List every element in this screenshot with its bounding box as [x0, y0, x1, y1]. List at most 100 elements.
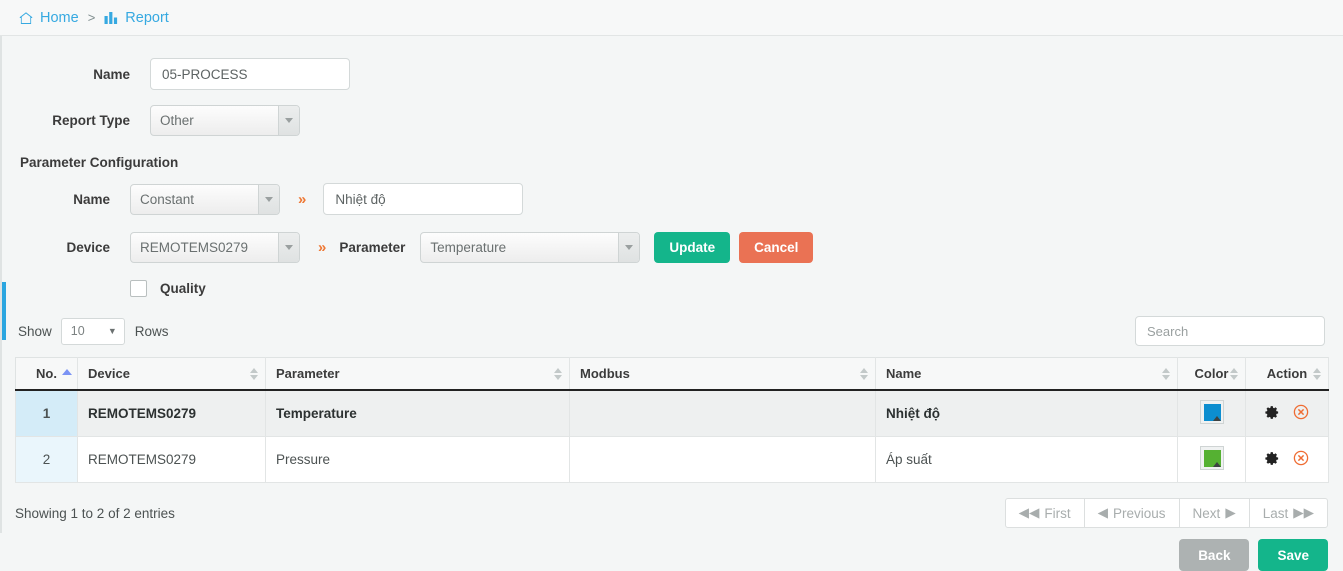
- gear-icon[interactable]: [1265, 451, 1280, 469]
- column-header-parameter[interactable]: Parameter: [265, 357, 570, 391]
- device-value: REMOTEMS0279: [140, 240, 249, 255]
- cell-parameter: Pressure: [265, 436, 570, 483]
- param-name-input[interactable]: [323, 183, 524, 215]
- pagination-previous-label: Previous: [1113, 505, 1166, 521]
- breadcrumb-item-home[interactable]: Home: [18, 10, 79, 26]
- field-row-name: Name: [0, 58, 1343, 90]
- parameter-select[interactable]: Temperature: [420, 232, 641, 263]
- bar-chart-icon: [104, 11, 119, 25]
- column-header-device[interactable]: Device: [77, 357, 266, 391]
- form-actions: Back Save: [0, 539, 1343, 571]
- column-header-modbus[interactable]: Modbus: [569, 357, 876, 391]
- chevron-down-icon: ▼: [107, 326, 117, 336]
- cell-parameter: Temperature: [265, 390, 570, 437]
- rows-label: Rows: [134, 323, 169, 339]
- report-type-label: Report Type: [52, 113, 130, 128]
- pagination-first-button[interactable]: ◀◀ First: [1004, 498, 1085, 528]
- pagination-next-label: Next: [1192, 505, 1221, 521]
- house-icon: [18, 10, 34, 26]
- rows-per-page-select[interactable]: 10 ▼: [60, 317, 125, 345]
- back-button[interactable]: Back: [1179, 539, 1250, 571]
- field-row-device: Device REMOTEMS0279 » Parameter Temperat…: [0, 232, 1343, 263]
- pagination: ◀◀ First ◀ Previous Next ▶ Last ▶▶: [1004, 498, 1328, 528]
- report-form: Name Report Type Other Parameter Configu…: [0, 36, 1343, 297]
- parameter-value: Temperature: [430, 240, 507, 255]
- column-header-name[interactable]: Name: [875, 357, 1178, 391]
- parameter-label: Parameter: [339, 240, 406, 255]
- cell-device: REMOTEMS0279: [77, 390, 266, 437]
- left-accent-bar: [2, 282, 6, 340]
- device-select[interactable]: REMOTEMS0279: [130, 232, 300, 263]
- triangle-icon: [1212, 416, 1221, 421]
- chevron-down-icon: [258, 184, 279, 214]
- left-icon: ◀: [1097, 505, 1109, 520]
- sort-icon: [554, 367, 562, 380]
- column-header-no[interactable]: No.: [15, 357, 78, 391]
- rows-per-page-value: 10: [70, 324, 85, 338]
- column-header-color[interactable]: Color: [1177, 357, 1246, 391]
- sort-icon: [250, 367, 258, 380]
- sort-icon: [1162, 367, 1170, 380]
- name-label: Name: [93, 66, 130, 82]
- parameters-table-container: No. Device Parameter Modbus Name Color A…: [0, 357, 1343, 483]
- column-label-action: Action: [1266, 366, 1308, 381]
- cell-name: Áp suất: [875, 436, 1178, 483]
- quality-checkbox[interactable]: [130, 280, 147, 297]
- breadcrumb: Home > Report: [0, 0, 1343, 36]
- cell-color[interactable]: [1177, 436, 1246, 483]
- color-swatch[interactable]: [1199, 400, 1224, 424]
- pagination-previous-button[interactable]: ◀ Previous: [1083, 498, 1180, 528]
- delete-icon[interactable]: [1293, 450, 1309, 469]
- cell-device: REMOTEMS0279: [77, 436, 266, 483]
- table-row[interactable]: 1 REMOTEMS0279 Temperature Nhiệt độ: [15, 390, 1329, 437]
- column-label-modbus: Modbus: [580, 366, 630, 381]
- report-type-select[interactable]: Other: [150, 105, 300, 136]
- chevron-down-icon: [278, 233, 299, 262]
- table-header-row: No. Device Parameter Modbus Name Color A…: [15, 357, 1329, 391]
- pagination-last-label: Last: [1262, 505, 1289, 521]
- breadcrumb-item-report[interactable]: Report: [104, 10, 169, 26]
- chevron-down-icon: [278, 106, 299, 135]
- pagination-last-button[interactable]: Last ▶▶: [1248, 498, 1328, 528]
- table-footer: Showing 1 to 2 of 2 entries ◀◀ First ◀ P…: [0, 498, 1343, 528]
- pagination-next-button[interactable]: Next ▶: [1178, 498, 1250, 528]
- update-button[interactable]: Update: [654, 232, 731, 263]
- cell-color[interactable]: [1177, 390, 1246, 437]
- field-row-param-name: Name Constant »: [0, 183, 1343, 215]
- param-name-type-select[interactable]: Constant: [130, 183, 280, 215]
- search-input[interactable]: [1135, 316, 1325, 346]
- sort-asc-icon: [62, 369, 72, 375]
- right-icon: ▶: [1225, 505, 1236, 520]
- cell-no: 2: [15, 436, 78, 483]
- table-controls: Show 10 ▼ Rows: [0, 316, 1343, 346]
- report-type-value: Other: [160, 113, 194, 128]
- quality-label: Quality: [160, 281, 206, 296]
- sort-icon: [1230, 367, 1238, 380]
- pagination-first-label: First: [1044, 505, 1071, 521]
- param-name-type-value: Constant: [140, 191, 195, 207]
- device-label: Device: [66, 240, 110, 255]
- double-right-icon: ▶▶: [1293, 505, 1314, 520]
- cell-modbus: [569, 436, 876, 483]
- cancel-button[interactable]: Cancel: [739, 232, 814, 263]
- sort-icon: [860, 367, 868, 380]
- column-label-parameter: Parameter: [276, 366, 340, 381]
- save-button[interactable]: Save: [1258, 539, 1328, 571]
- color-swatch[interactable]: [1199, 446, 1224, 470]
- sort-icon: [1313, 367, 1321, 380]
- cell-modbus: [569, 390, 876, 437]
- table-row[interactable]: 2 REMOTEMS0279 Pressure Áp suất: [15, 436, 1329, 483]
- column-header-action[interactable]: Action: [1245, 357, 1329, 391]
- column-label-device: Device: [88, 366, 130, 381]
- entries-info: Showing 1 to 2 of 2 entries: [15, 505, 175, 521]
- field-row-quality: Quality: [0, 280, 1343, 297]
- column-label-color: Color: [1194, 366, 1229, 381]
- field-row-report-type: Report Type Other: [0, 105, 1343, 136]
- gear-icon[interactable]: [1265, 405, 1280, 423]
- chevron-double-right-icon: »: [318, 239, 326, 256]
- param-name-label: Name: [73, 191, 110, 207]
- delete-icon[interactable]: [1293, 404, 1309, 423]
- double-left-icon: ◀◀: [1018, 505, 1040, 520]
- report-name-input[interactable]: [150, 58, 350, 90]
- cell-action: [1245, 436, 1329, 483]
